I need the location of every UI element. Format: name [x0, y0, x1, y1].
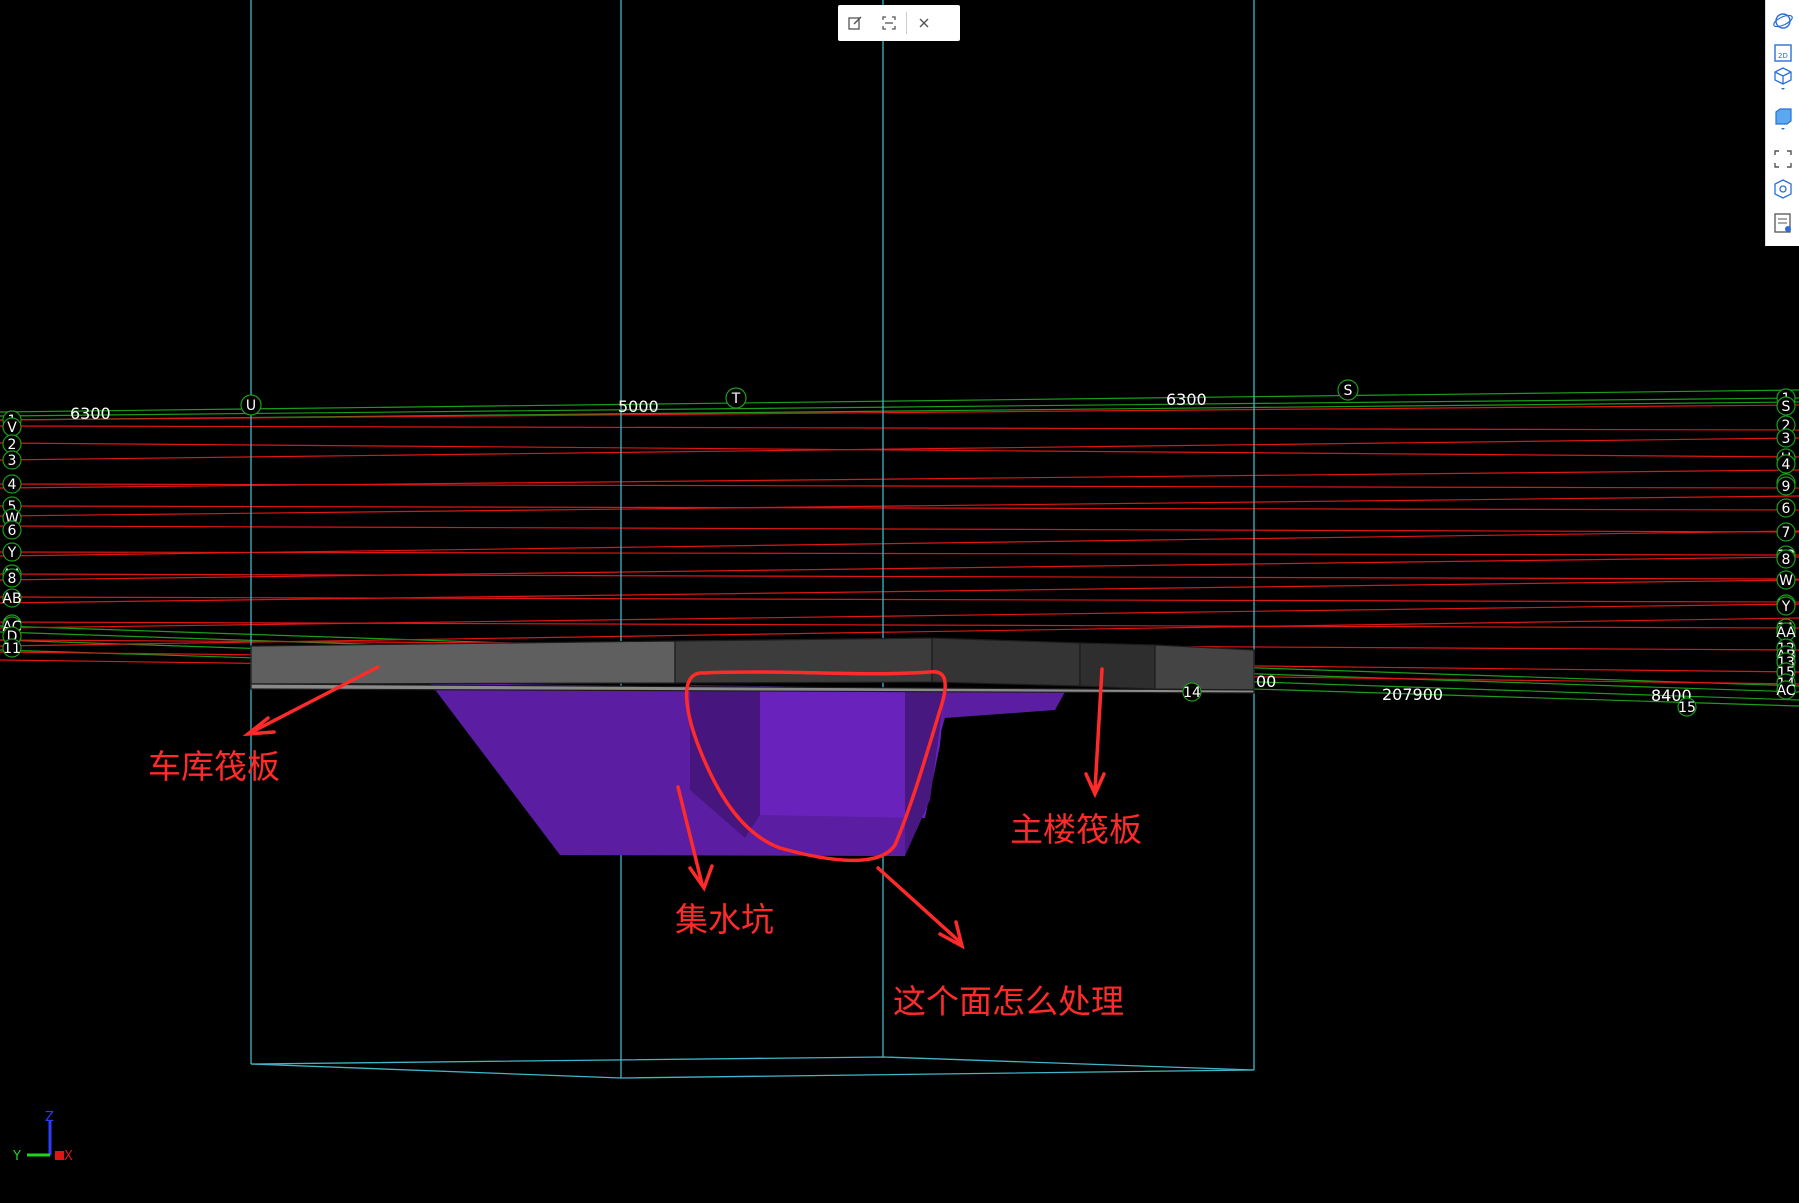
raft-slabs[interactable] [250, 637, 1255, 694]
left-axis-label: Y [7, 545, 17, 561]
right-axis-label: AC [1776, 683, 1795, 699]
top-axis-label: U [246, 398, 256, 414]
right-axis-label: S [1782, 399, 1791, 415]
right-axis-label: 4 [1782, 457, 1791, 473]
right-axis-label: 9 [1782, 479, 1791, 495]
top-axis-label: T [731, 391, 741, 407]
main-raft-slab-4 [1154, 644, 1255, 691]
label-garage-raft: 车库筏板 [148, 747, 280, 786]
screenshot-icon[interactable] [872, 5, 906, 41]
top-axis-label: S [1344, 383, 1353, 399]
sump-pit[interactable] [430, 683, 1065, 856]
axis-z-label: Z [45, 1110, 54, 1125]
solid-box-icon[interactable] [1770, 106, 1796, 132]
left-axis-label: 6 [8, 523, 17, 539]
axis-x-label: X [64, 1149, 73, 1164]
right-axis-label: 6 [1782, 501, 1791, 517]
top-dimension-label: 5000 [618, 397, 659, 416]
right-axis-label: Y [1781, 599, 1791, 615]
right-axis-label: 7 [1782, 525, 1791, 541]
edit-icon[interactable] [838, 5, 872, 41]
left-axis-label: 11 [3, 641, 21, 657]
orbit-icon[interactable] [1770, 8, 1796, 34]
right-axis-label: 8 [1782, 552, 1791, 568]
bottom-dimension-label: 00 [1256, 672, 1276, 691]
svg-text:2D: 2D [1778, 52, 1788, 60]
floating-toolbar [838, 5, 960, 41]
main-raft-slab-1 [674, 637, 933, 684]
top-dimension-label: 6300 [1166, 390, 1207, 409]
view-toolbar: 2D [1765, 0, 1799, 246]
main-raft-slab-3 [1079, 642, 1156, 690]
arrow-question [876, 866, 962, 944]
right-axis-label: W [1779, 573, 1793, 589]
view-2d-icon[interactable]: 2D [1770, 40, 1796, 66]
left-axis-label: AB [2, 591, 21, 607]
label-main-raft: 主楼筏板 [1010, 810, 1142, 849]
left-axis-label: 8 [8, 571, 17, 587]
left-axis-label: 4 [8, 477, 17, 493]
bottom-axis-label: 14 [1183, 685, 1201, 701]
top-dimension-label: 6300 [70, 404, 111, 423]
garage-raft-slab [250, 640, 676, 685]
fullscreen-icon[interactable] [1770, 146, 1796, 172]
label-sump-pit: 集水坑 [675, 900, 774, 939]
properties-list-icon[interactable] [1770, 210, 1796, 236]
right-axis-label: 3 [1782, 431, 1791, 447]
settings-cube-icon[interactable] [1770, 176, 1796, 202]
main-raft-slab-2 [931, 637, 1081, 687]
bottom-axis-label: 15 [1678, 700, 1696, 716]
axis-indicator: Z Y X [12, 1110, 73, 1164]
left-axis-label: 3 [8, 453, 17, 469]
view-3d-cube-icon[interactable] [1770, 66, 1796, 92]
bottom-dimension-label: 207900 [1382, 685, 1443, 704]
axis-y-label: Y [12, 1149, 21, 1164]
left-axis-label: V [7, 420, 17, 436]
label-question: 这个面怎么处理 [893, 982, 1124, 1021]
close-icon[interactable] [907, 5, 941, 41]
